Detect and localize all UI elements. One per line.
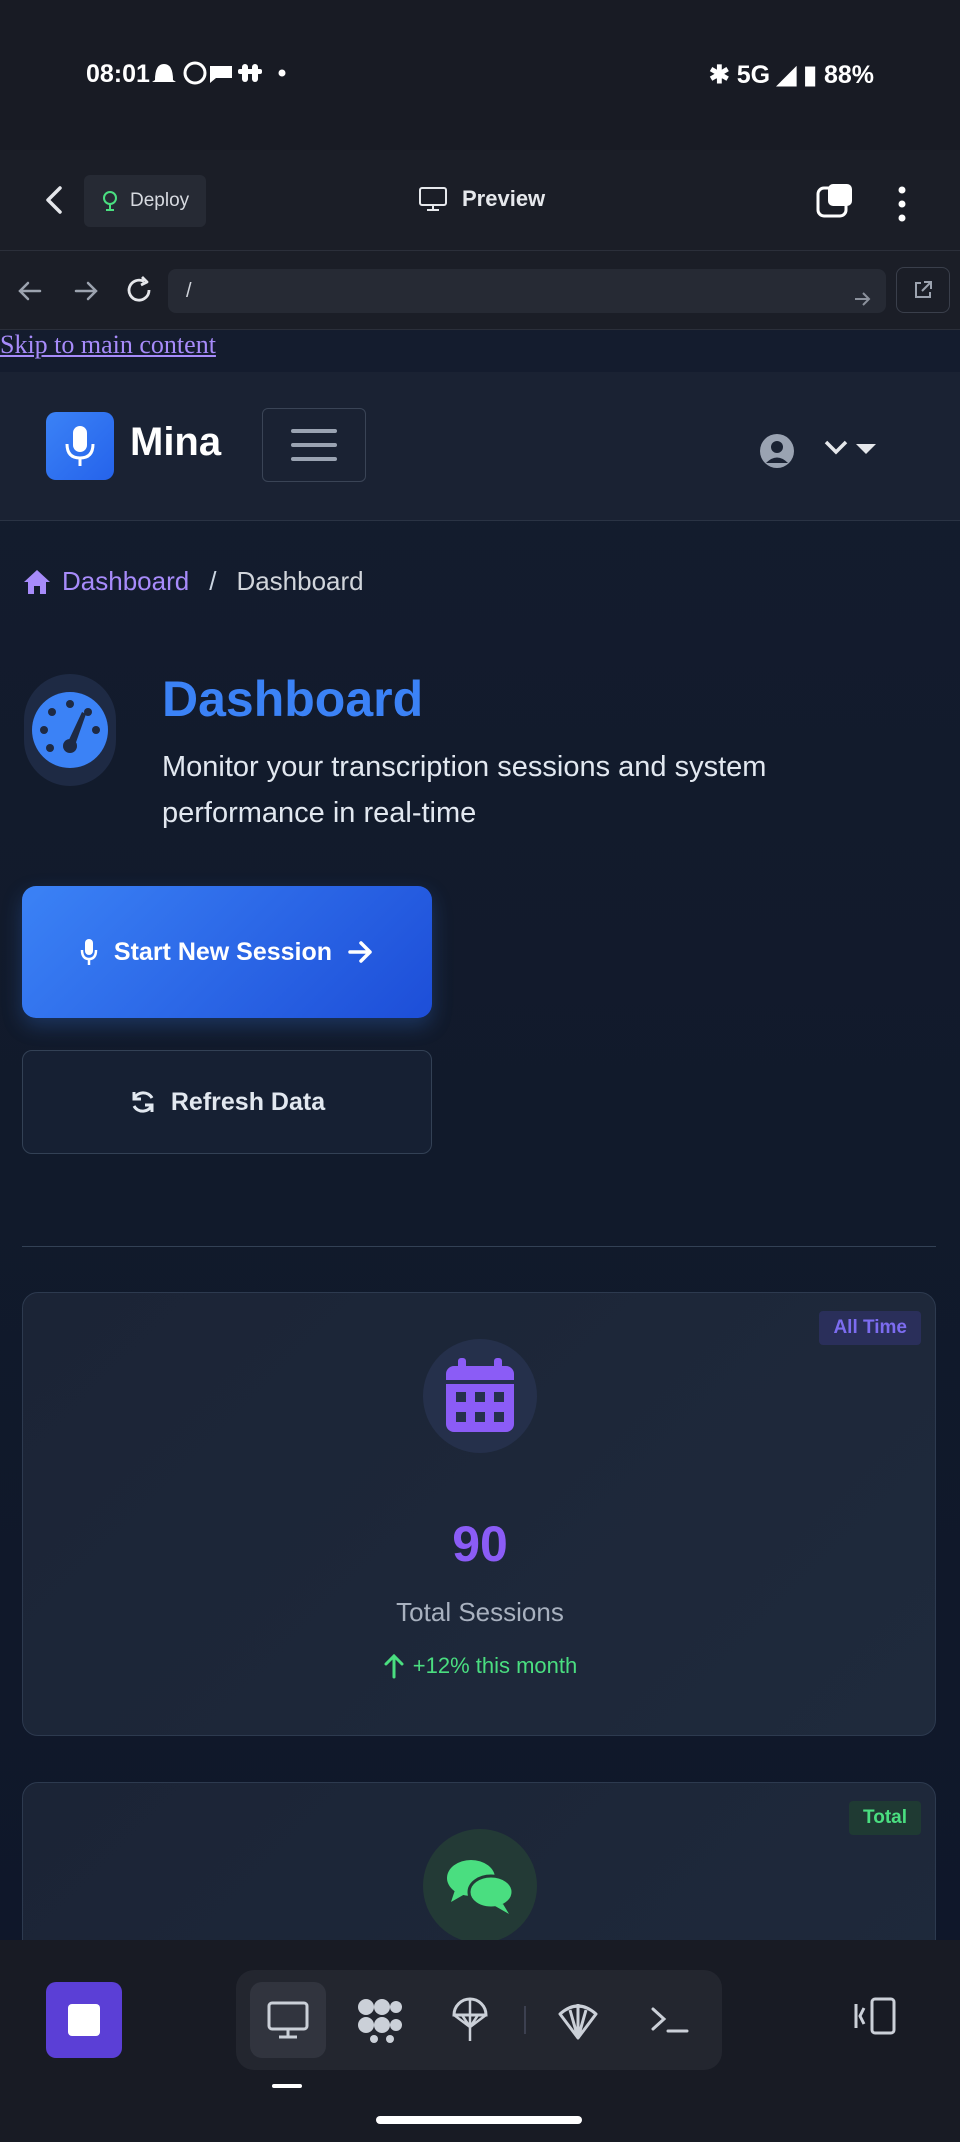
user-dropdown-icon[interactable]	[824, 438, 878, 467]
grid-tool-icon[interactable]	[342, 1982, 418, 2058]
monitor-icon	[419, 187, 447, 211]
refresh-icon	[132, 1091, 154, 1113]
preview-label: Preview	[462, 186, 546, 211]
breadcrumb: Dashboard / Dashboard	[22, 566, 364, 597]
terminal-icon[interactable]	[632, 1982, 708, 2058]
bluetooth-icon: ✱	[708, 61, 730, 89]
app-toolbar: Deploy Preview	[0, 150, 960, 251]
refresh-data-button[interactable]: Refresh Data	[22, 1050, 432, 1154]
browser-back-icon[interactable]	[14, 275, 46, 312]
url-input[interactable]: /	[168, 269, 886, 313]
url-text: /	[186, 280, 192, 302]
page-subtitle: Monitor your transcription sessions and …	[162, 751, 767, 829]
total-sessions-label: Total Sessions	[396, 1597, 564, 1627]
breadcrumb-home-label: Dashboard	[62, 566, 190, 596]
deploy-icon	[103, 191, 117, 211]
trend-text: +12% this month	[412, 1653, 578, 1678]
trend-indicator: +12% this month	[23, 1653, 937, 1679]
breadcrumb-home-link[interactable]: Dashboard	[22, 566, 189, 597]
dashboard-gauge-icon	[24, 674, 116, 786]
tool-tray	[236, 1970, 722, 2070]
time-range-badge: All Time	[819, 1311, 921, 1345]
page-title: Dashboard	[162, 671, 424, 727]
deploy-label: Deploy	[130, 190, 190, 211]
stop-button[interactable]	[46, 1982, 122, 2058]
arrow-right-icon	[348, 941, 372, 963]
menu-toggle-button[interactable]	[262, 408, 366, 482]
site-navbar: Mina	[0, 372, 960, 521]
start-session-label: Start New Session	[113, 937, 333, 966]
home-icon	[24, 569, 50, 594]
deploy-tool-icon[interactable]	[432, 1982, 508, 2058]
monitor-tool-icon[interactable]	[250, 1982, 326, 2058]
stat-card-total: Total	[22, 1782, 936, 1940]
back-icon[interactable]	[38, 180, 72, 220]
total-badge: Total	[849, 1801, 921, 1835]
battery-icon: ▮	[803, 61, 817, 89]
go-icon[interactable]	[852, 281, 872, 325]
user-avatar-icon[interactable]	[758, 432, 796, 475]
battery-level: 88%	[823, 61, 874, 89]
stop-icon	[68, 2004, 100, 2036]
system-indicators: ✱ 5G ◢ ▮ 88%	[709, 60, 874, 90]
tabs-switch-icon[interactable]	[816, 182, 854, 220]
start-new-session-button[interactable]: Start New Session	[22, 886, 432, 1018]
skip-to-content-link[interactable]: Skip to main content	[0, 330, 216, 360]
dock-side-panel-icon[interactable]	[852, 1996, 898, 2041]
external-link-icon	[915, 281, 932, 298]
brand-name[interactable]: Mina	[130, 420, 221, 465]
system-status-bar: 08:01 ✱ 5G ◢ ▮ 88%	[0, 0, 960, 150]
clock: 08:01	[86, 60, 150, 88]
active-tool-indicator	[272, 2084, 302, 2088]
notification-icon-row	[152, 61, 286, 85]
hamburger-line	[291, 443, 337, 447]
notification-icons	[152, 58, 322, 95]
total-sessions-value: 90	[452, 1516, 508, 1572]
open-external-button[interactable]	[896, 267, 950, 313]
reload-icon[interactable]	[122, 273, 156, 312]
signal-icon: ◢	[777, 61, 797, 89]
bottom-taskbar	[0, 1940, 960, 2142]
mic-icon	[80, 939, 98, 965]
arrow-up-icon	[384, 1653, 404, 1679]
deploy-button[interactable]: Deploy	[84, 175, 206, 227]
more-options-icon[interactable]	[892, 184, 912, 224]
preview-tab[interactable]: Preview	[418, 186, 545, 212]
network-type: 5G	[736, 61, 771, 89]
breadcrumb-separator: /	[209, 566, 217, 596]
browser-url-bar: /	[0, 251, 960, 330]
browser-forward-icon[interactable]	[70, 275, 102, 312]
refresh-label: Refresh Data	[170, 1087, 326, 1116]
calendar-icon	[423, 1339, 537, 1453]
shell-tool-icon[interactable]	[540, 1982, 616, 2058]
mic-logo-icon[interactable]	[46, 412, 114, 480]
section-divider	[22, 1246, 936, 1247]
breadcrumb-current: Dashboard	[236, 566, 364, 596]
stat-card-total-sessions: All Time 90 Total Sessions +12% this mon…	[22, 1292, 936, 1736]
tray-divider	[524, 2006, 526, 2034]
web-viewport: Skip to main content Mina Dashboard / Da…	[0, 330, 960, 1940]
hamburger-line	[291, 429, 337, 433]
gesture-home-bar[interactable]	[376, 2116, 582, 2124]
hamburger-line	[291, 457, 337, 461]
chat-bubbles-icon	[423, 1829, 537, 1940]
